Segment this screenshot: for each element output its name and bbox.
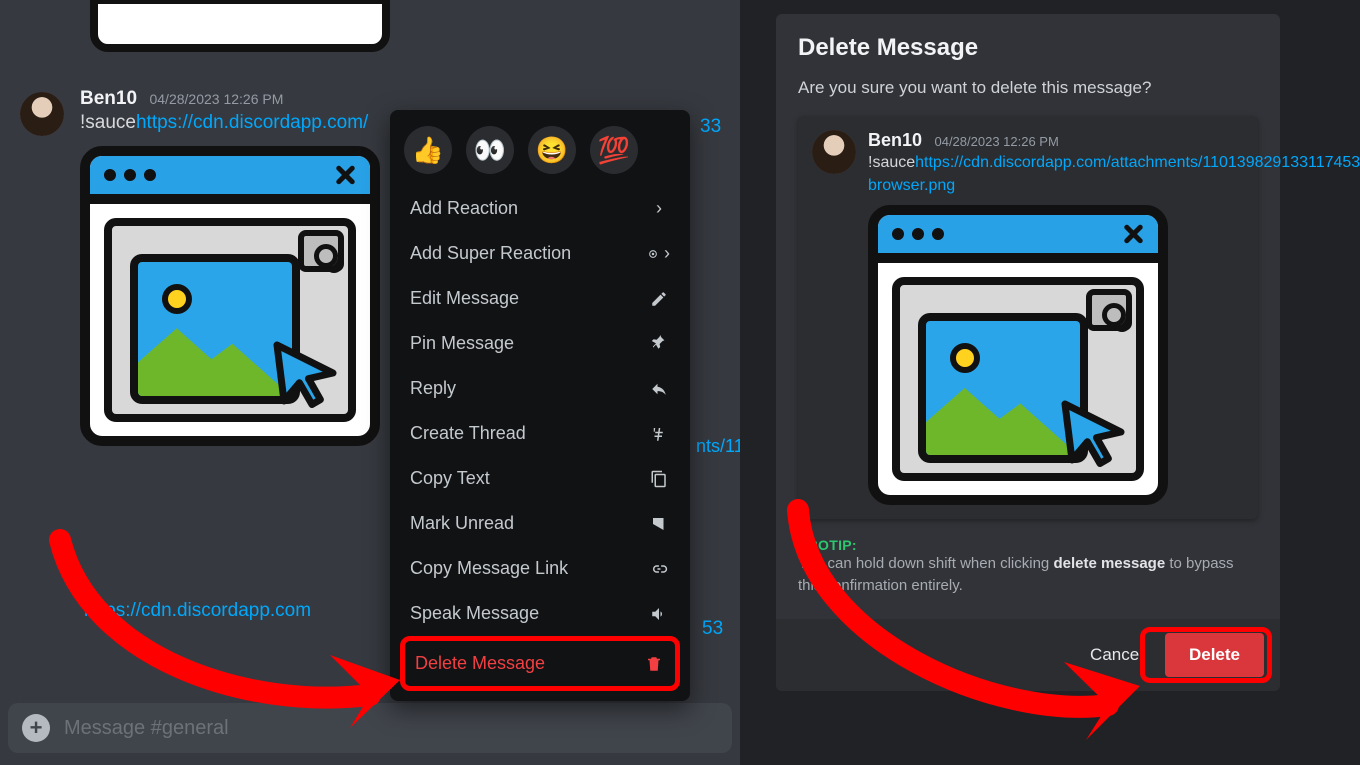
protip-label: PROTIP: xyxy=(798,537,1258,553)
menu-label: Copy Text xyxy=(410,468,490,489)
super-chevron-icon: › xyxy=(648,243,670,264)
preview-author: Ben10 xyxy=(868,130,922,150)
author-name[interactable]: Ben10 xyxy=(80,88,137,109)
menu-add-super-reaction[interactable]: Add Super Reaction › xyxy=(400,231,680,276)
menu-label: Create Thread xyxy=(410,423,526,444)
link-icon xyxy=(648,560,670,578)
magnifier-icon xyxy=(1086,289,1132,331)
message-link[interactable]: https://cdn.discordapp.com/ xyxy=(136,112,368,133)
copy-icon xyxy=(648,470,670,488)
menu-delete-message[interactable]: Delete Message xyxy=(400,636,680,691)
menu-label: Pin Message xyxy=(410,333,514,354)
chevron-right-icon: › xyxy=(648,198,670,219)
preview-timestamp: 04/28/2023 12:26 PM xyxy=(934,134,1058,149)
protip-hint: You can hold down shift when clicking de… xyxy=(798,553,1258,597)
link-peek-right: 33 xyxy=(700,116,721,138)
browser-icon xyxy=(80,146,380,446)
menu-add-reaction[interactable]: Add Reaction › xyxy=(400,186,680,231)
menu-speak-message[interactable]: Speak Message xyxy=(400,591,680,636)
message-composer[interactable]: + xyxy=(8,703,732,753)
delete-message-modal: Delete Message Are you sure you want to … xyxy=(776,14,1280,691)
link-peek-bg1: nts/110 xyxy=(696,436,740,457)
avatar xyxy=(812,130,856,174)
menu-edit-message[interactable]: Edit Message xyxy=(400,276,680,321)
react-laugh[interactable]: 😆 xyxy=(528,126,576,174)
modal-question: Are you sure you want to delete this mes… xyxy=(798,78,1258,98)
protip: PROTIP: You can hold down shift when cli… xyxy=(798,537,1258,601)
cancel-button[interactable]: Cancel xyxy=(1076,635,1157,675)
menu-copy-text[interactable]: Copy Text xyxy=(400,456,680,501)
menu-label: Reply xyxy=(410,378,456,399)
left-screenshot: Ben10 04/28/2023 12:26 PM !saucehttps://… xyxy=(0,0,740,765)
attach-button[interactable]: + xyxy=(22,714,50,742)
cursor-icon xyxy=(1058,397,1128,467)
previous-embed-partial xyxy=(90,0,390,52)
menu-create-thread[interactable]: Create Thread xyxy=(400,411,680,456)
menu-pin-message[interactable]: Pin Message xyxy=(400,321,680,366)
menu-label: Copy Message Link xyxy=(410,558,568,579)
react-100[interactable]: 💯 xyxy=(590,126,638,174)
menu-label: Mark Unread xyxy=(410,513,514,534)
avatar[interactable] xyxy=(20,92,64,136)
pin-icon xyxy=(648,335,670,353)
modal-title: Delete Message xyxy=(798,34,1258,62)
preview-text: !saucehttps://cdn.discordapp.com/attachm… xyxy=(868,151,1244,197)
magnifier-icon xyxy=(298,230,344,272)
reply-icon xyxy=(648,380,670,398)
menu-label: Add Reaction xyxy=(410,198,518,219)
link-peek-bg2: 53 xyxy=(702,618,723,640)
menu-label: Add Super Reaction xyxy=(410,243,571,264)
menu-label: Speak Message xyxy=(410,603,539,624)
menu-copy-message-link[interactable]: Copy Message Link xyxy=(400,546,680,591)
preview-prefix: !sauce xyxy=(868,154,915,171)
message-text-prefix: !sauce xyxy=(80,112,136,133)
quick-reactions: 👍 👀 😆 💯 xyxy=(400,120,680,186)
pencil-icon xyxy=(648,290,670,308)
menu-reply[interactable]: Reply xyxy=(400,366,680,411)
cursor-icon xyxy=(270,338,340,408)
delete-button[interactable]: Delete xyxy=(1165,633,1264,677)
preview-embed xyxy=(868,205,1168,505)
mark-unread-icon xyxy=(648,515,670,533)
menu-label: Edit Message xyxy=(410,288,519,309)
message-timestamp: 04/28/2023 12:26 PM xyxy=(149,91,283,107)
react-thumbs-up[interactable]: 👍 xyxy=(404,126,452,174)
image-embed[interactable] xyxy=(80,146,380,446)
menu-mark-unread[interactable]: Mark Unread xyxy=(400,501,680,546)
modal-buttons: Cancel Delete xyxy=(776,619,1280,691)
embed-source-url[interactable]: https://cdn.discordapp.com xyxy=(84,600,311,622)
react-eyes[interactable]: 👀 xyxy=(466,126,514,174)
speaker-icon xyxy=(648,605,670,623)
thread-icon xyxy=(648,425,670,443)
trash-icon xyxy=(643,655,665,673)
context-menu: 👍 👀 😆 💯 Add Reaction › Add Super Reactio… xyxy=(390,110,690,701)
message-preview: Ben10 04/28/2023 12:26 PM !saucehttps://… xyxy=(798,116,1258,519)
message-input[interactable] xyxy=(64,717,718,740)
menu-label: Delete Message xyxy=(415,653,545,674)
